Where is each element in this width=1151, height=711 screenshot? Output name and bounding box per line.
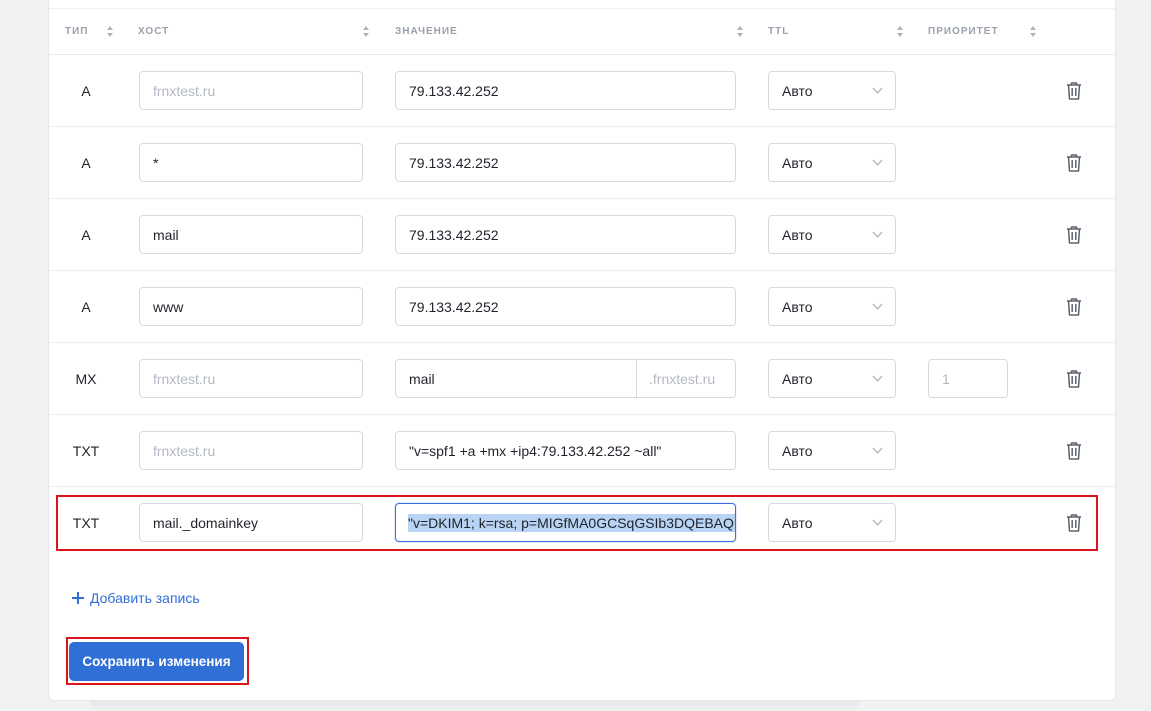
table-row: A frnxtest.ru 79.133.42.252 Авто xyxy=(49,55,1115,127)
record-type: A xyxy=(81,226,91,243)
host-input[interactable]: frnxtest.ru xyxy=(139,431,363,470)
ttl-select-value: Авто xyxy=(782,226,813,243)
host-input[interactable]: www xyxy=(139,287,363,326)
trash-icon[interactable] xyxy=(1066,297,1082,316)
sort-icon[interactable] xyxy=(107,26,114,37)
chevron-down-icon xyxy=(872,155,883,166)
ttl-select-value: Авто xyxy=(782,82,813,99)
header-priority[interactable]: ПРИОРИТЕТ xyxy=(928,9,999,54)
header-ttl[interactable]: TTL xyxy=(768,9,789,54)
ttl-select-value: Авто xyxy=(782,442,813,459)
chevron-down-icon xyxy=(872,83,883,94)
ttl-select[interactable]: Авто xyxy=(768,71,896,110)
value-input[interactable]: mail xyxy=(396,360,637,397)
ttl-select-value: Авто xyxy=(782,298,813,315)
header-host[interactable]: ХОСТ xyxy=(138,9,169,54)
host-input[interactable]: frnxtest.ru xyxy=(139,359,363,398)
trash-icon[interactable] xyxy=(1066,153,1082,172)
host-input[interactable]: * xyxy=(139,143,363,182)
host-input[interactable]: mail xyxy=(139,215,363,254)
chevron-down-icon xyxy=(872,443,883,454)
priority-input[interactable]: 1 xyxy=(928,359,1008,398)
dns-records-card: ТИП ХОСТ ЗНАЧЕНИЕ TTL ПРИОРИТЕТ A frnxte… xyxy=(48,0,1116,701)
highlight-frame xyxy=(56,495,1098,551)
sort-icon[interactable] xyxy=(1030,26,1037,37)
add-record-link[interactable]: Добавить запись xyxy=(72,589,200,607)
table-row: TXT frnxtest.ru "v=spf1 +a +mx +ip4:79.1… xyxy=(49,415,1115,487)
table-row: A * 79.133.42.252 Авто xyxy=(49,127,1115,199)
ttl-select[interactable]: Авто xyxy=(768,431,896,470)
header-type[interactable]: ТИП xyxy=(65,9,88,54)
record-type: A xyxy=(81,298,91,315)
record-type: A xyxy=(81,82,91,99)
table-row: MX frnxtest.ru mail .frnxtest.ru Авто 1 xyxy=(49,343,1115,415)
ttl-select[interactable]: Авто xyxy=(768,359,896,398)
card-shadow xyxy=(90,700,860,711)
header-value[interactable]: ЗНАЧЕНИЕ xyxy=(395,9,458,54)
ttl-select[interactable]: Авто xyxy=(768,143,896,182)
record-type: TXT xyxy=(72,442,100,459)
chevron-down-icon xyxy=(872,299,883,310)
domain-suffix: .frnxtest.ru xyxy=(649,370,716,387)
chevron-down-icon xyxy=(872,227,883,238)
record-type: A xyxy=(81,154,91,171)
sort-icon[interactable] xyxy=(897,26,904,37)
trash-icon[interactable] xyxy=(1066,225,1082,244)
ttl-select[interactable]: Авто xyxy=(768,287,896,326)
value-input[interactable]: 79.133.42.252 xyxy=(395,71,736,110)
sort-icon[interactable] xyxy=(737,26,744,37)
ttl-select[interactable]: Авто xyxy=(768,215,896,254)
value-input-group: mail .frnxtest.ru xyxy=(395,359,736,398)
table-row: A mail 79.133.42.252 Авто xyxy=(49,199,1115,271)
trash-icon[interactable] xyxy=(1066,369,1082,388)
host-input[interactable]: frnxtest.ru xyxy=(139,71,363,110)
value-input[interactable]: 79.133.42.252 xyxy=(395,143,736,182)
ttl-select-value: Авто xyxy=(782,154,813,171)
record-type: MX xyxy=(75,370,97,387)
trash-icon[interactable] xyxy=(1066,441,1082,460)
table-row: A www 79.133.42.252 Авто xyxy=(49,271,1115,343)
chevron-down-icon xyxy=(872,371,883,382)
value-input[interactable]: "v=spf1 +a +mx +ip4:79.133.42.252 ~all" xyxy=(395,431,736,470)
sort-icon[interactable] xyxy=(363,26,370,37)
add-record-label: Добавить запись xyxy=(90,590,200,606)
trash-icon[interactable] xyxy=(1066,81,1082,100)
save-changes-button[interactable]: Сохранить изменения xyxy=(69,642,244,681)
value-input[interactable]: 79.133.42.252 xyxy=(395,287,736,326)
ttl-select-value: Авто xyxy=(782,370,813,387)
table-header: ТИП ХОСТ ЗНАЧЕНИЕ TTL ПРИОРИТЕТ xyxy=(49,8,1115,55)
value-input[interactable]: 79.133.42.252 xyxy=(395,215,736,254)
plus-icon xyxy=(72,592,84,604)
